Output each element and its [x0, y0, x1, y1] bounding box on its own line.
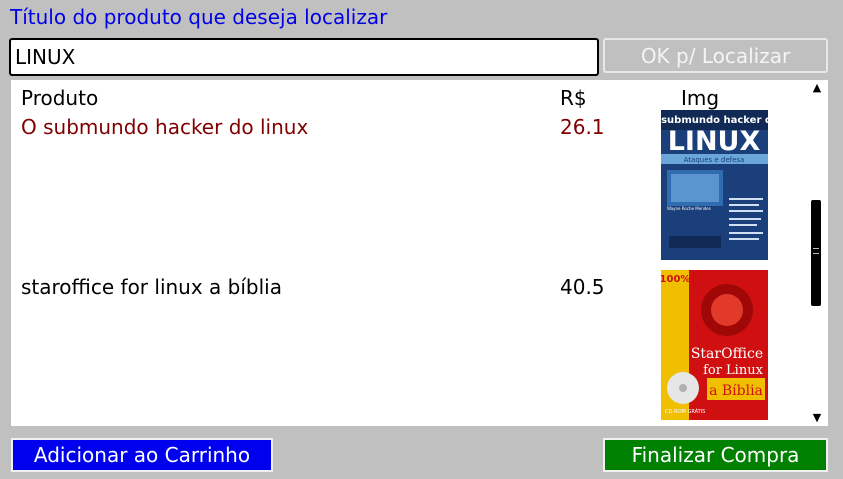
product-cover-image[interactable]: O submundo hacker do LINUX Ataques e def… — [661, 110, 768, 260]
cover-author: Wayne Roche Mendes — [667, 206, 711, 211]
cover-band-text: Ataques e defesa — [684, 156, 745, 164]
add-to-cart-label: Adicionar ao Carrinho — [33, 443, 251, 467]
finish-purchase-label: Finalizar Compra — [631, 443, 800, 467]
finish-purchase-button[interactable]: Finalizar Compra — [603, 438, 828, 472]
search-input[interactable] — [9, 38, 599, 76]
scrollbar-thumb[interactable] — [811, 200, 821, 306]
cover-title-line2: for Linux — [703, 363, 764, 378]
scroll-down-arrow-icon[interactable]: ▼ — [810, 412, 824, 424]
add-to-cart-button[interactable]: Adicionar ao Carrinho — [11, 438, 273, 472]
search-button[interactable]: OK p/ Localizar — [603, 38, 828, 73]
column-header-price: R$ — [560, 86, 587, 110]
product-name[interactable]: staroffice for linux a bíblia — [21, 275, 282, 299]
cover-cd-label: CD-ROM GRÁTIS — [665, 408, 705, 415]
column-header-image: Img — [681, 86, 720, 110]
search-button-label: OK p/ Localizar — [640, 43, 791, 68]
cover-title-line1: StarOffice — [691, 346, 763, 362]
page-title: Título do produto que deseja localizar — [10, 5, 388, 29]
product-price: 26.1 — [560, 115, 605, 139]
product-price: 40.5 — [560, 275, 605, 299]
cover-title-top: O submundo hacker do — [661, 115, 768, 126]
cover-title-line3: a Bíblia — [709, 383, 763, 399]
product-cover-image[interactable]: 100% StarOffice for Linux a Bíblia CD-RO… — [661, 270, 768, 420]
cover-title-big: LINUX — [668, 126, 761, 157]
column-header-product: Produto — [21, 86, 99, 110]
cover-badge: 100% — [661, 274, 690, 285]
product-name[interactable]: O submundo hacker do linux — [21, 115, 308, 139]
results-list[interactable]: Produto R$ Img O submundo hacker do linu… — [11, 80, 828, 426]
scrollbar-grip-icon — [813, 248, 819, 254]
scroll-up-arrow-icon[interactable]: ▲ — [810, 82, 824, 94]
